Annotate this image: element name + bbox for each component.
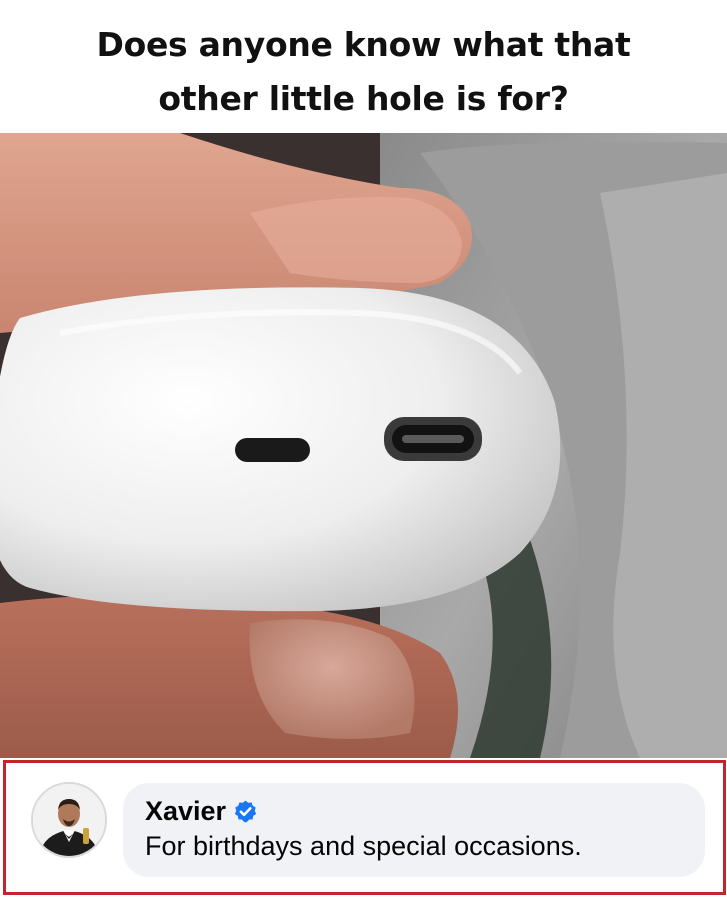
earbuds-case-photo (0, 133, 727, 758)
small-hole (235, 438, 310, 462)
avatar[interactable] (31, 782, 107, 858)
comment-text: For birthdays and special occasions. (145, 831, 582, 861)
post-title: Does anyone know what that other little … (0, 18, 727, 126)
comment-author-name[interactable]: Xavier (145, 796, 226, 827)
post-title-line-2: other little hole is for? (158, 79, 569, 118)
comment-author-row: Xavier (145, 791, 258, 831)
post-title-line-1: Does anyone know what that (96, 25, 631, 64)
post-photo (0, 133, 727, 758)
avatar-image (33, 784, 105, 856)
verified-badge-icon (234, 800, 257, 822)
comment-highlight: Xavier For birthdays and special occasio… (3, 760, 726, 895)
comment-bubble: Xavier For birthdays and special occasio… (123, 783, 705, 877)
